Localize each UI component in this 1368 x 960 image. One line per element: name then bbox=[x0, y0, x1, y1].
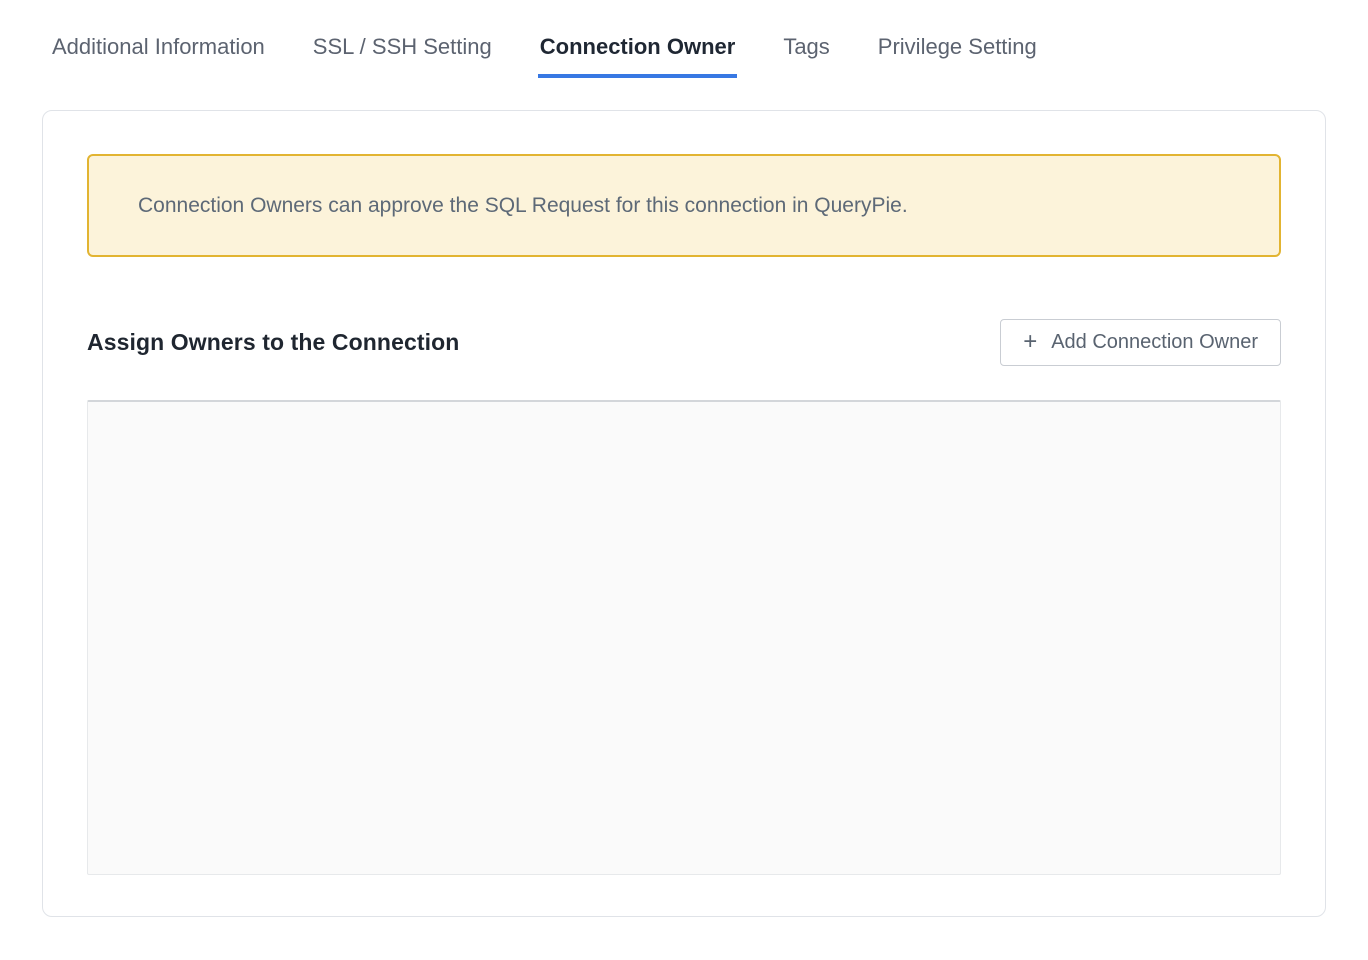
info-alert: Connection Owners can approve the SQL Re… bbox=[87, 154, 1281, 257]
owners-empty-list bbox=[87, 400, 1281, 875]
tab-additional-information[interactable]: Additional Information bbox=[50, 33, 267, 78]
tab-bar: Additional Information SSL / SSH Setting… bbox=[0, 0, 1368, 78]
plus-icon: + bbox=[1023, 330, 1037, 354]
alert-text: Connection Owners can approve the SQL Re… bbox=[138, 194, 908, 218]
tab-ssl-ssh-setting[interactable]: SSL / SSH Setting bbox=[311, 33, 494, 78]
tab-privilege-setting[interactable]: Privilege Setting bbox=[876, 33, 1039, 78]
tab-connection-owner[interactable]: Connection Owner bbox=[538, 33, 738, 78]
section-heading: Assign Owners to the Connection bbox=[87, 329, 459, 356]
add-connection-owner-button[interactable]: + Add Connection Owner bbox=[1000, 319, 1281, 366]
tab-tags[interactable]: Tags bbox=[781, 33, 831, 78]
connection-owner-panel: Connection Owners can approve the SQL Re… bbox=[42, 110, 1326, 917]
add-connection-owner-button-label: Add Connection Owner bbox=[1051, 331, 1258, 354]
section-header-row: Assign Owners to the Connection + Add Co… bbox=[87, 319, 1281, 366]
